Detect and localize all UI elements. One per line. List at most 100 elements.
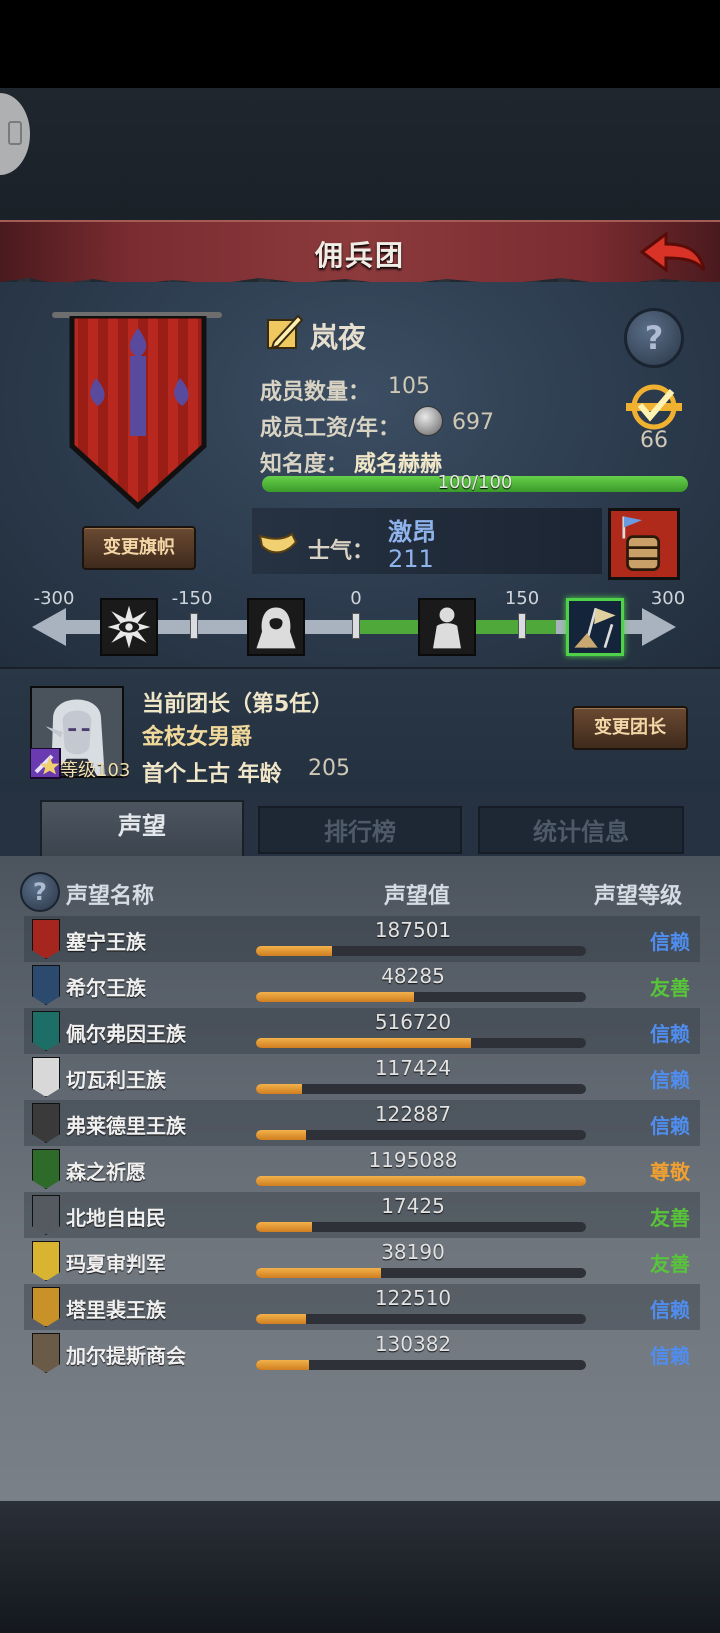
bottom-backdrop (0, 1501, 720, 1633)
reputation-row[interactable]: 切瓦利王族 117424 信赖 (24, 1054, 700, 1100)
reputation-row[interactable]: 佩尔弗因王族 516720 信赖 (24, 1008, 700, 1054)
reputation-progress-bar (256, 1360, 586, 1370)
reputation-value: 117424 (374, 1056, 452, 1080)
page-title: 佣兵团 (314, 239, 405, 272)
reputation-progress-bar (256, 1314, 586, 1324)
reputation-value: 130382 (374, 1332, 452, 1356)
tab-statistics[interactable]: 统计信息 (478, 806, 684, 854)
faction-name: 加尔提斯商会 (66, 1344, 186, 1368)
back-arrow-icon[interactable] (638, 228, 708, 278)
column-header-level: 声望等级 (594, 884, 683, 909)
scale-right-arrow (642, 608, 676, 646)
reputation-value: 48285 (381, 964, 445, 988)
reputation-level: 尊敬 (650, 1160, 690, 1184)
reputation-row[interactable]: 北地自由民 17425 友善 (24, 1192, 700, 1238)
tab-reputation[interactable]: 声望 (40, 800, 244, 856)
faction-emblem-icon (32, 965, 60, 1005)
change-flag-button[interactable]: 变更旗帜 (82, 526, 196, 570)
reputation-value: 38190 (381, 1240, 445, 1264)
reputation-progress-bar (256, 946, 586, 956)
hooded-figure-icon[interactable] (247, 598, 305, 656)
reputation-value: 187501 (374, 918, 452, 942)
reputation-progress-fill (256, 1360, 309, 1370)
reputation-value: 1195088 (368, 1148, 458, 1172)
faction-emblem-icon (32, 1057, 60, 1097)
faction-name: 希尔王族 (66, 976, 146, 1000)
title-bar: 佣兵团 (0, 220, 720, 282)
change-leader-button[interactable]: 变更团长 (572, 706, 688, 750)
faction-emblem-icon (32, 1103, 60, 1143)
scale-tick (518, 613, 526, 639)
guild-name: 岚夜 (310, 321, 367, 354)
morale-state: 激昂 (388, 518, 436, 546)
guild-banner-icon (69, 316, 207, 510)
faction-emblem-icon (32, 1011, 60, 1051)
leader-stats-label: 首个上古 年龄 (142, 762, 282, 787)
reputation-level: 信赖 (650, 1344, 690, 1368)
eye-burst-icon[interactable] (100, 598, 158, 656)
faction-emblem-icon (32, 1333, 60, 1373)
reputation-progress-bar (256, 1084, 586, 1094)
reputation-row[interactable]: 加尔提斯商会 130382 信赖 (24, 1330, 700, 1376)
faction-name: 北地自由民 (66, 1206, 166, 1230)
tick-label: 150 (504, 588, 540, 609)
tick-label: -300 (33, 588, 75, 609)
members-label: 成员数量： (260, 380, 371, 405)
help-icon[interactable]: ? (624, 308, 684, 368)
reputation-row[interactable]: 希尔王族 48285 友善 (24, 962, 700, 1008)
scale-tick (352, 613, 360, 639)
scale-left-arrow (32, 608, 66, 646)
reputation-row[interactable]: 塞宁王族 187501 信赖 (24, 916, 700, 962)
reputation-value: 516720 (374, 1010, 452, 1034)
reputation-progress-fill (256, 992, 415, 1002)
faction-emblem-icon (32, 1241, 60, 1281)
reputation-level: 信赖 (650, 1068, 690, 1092)
reputation-progress-bar (256, 992, 586, 1002)
reputation-help-icon[interactable]: ? (20, 872, 60, 912)
reputation-level: 友善 (650, 1206, 690, 1230)
reputation-row[interactable]: 玛夏审判军 38190 友善 (24, 1238, 700, 1284)
reputation-row[interactable]: 塔里裴王族 122510 信赖 (24, 1284, 700, 1330)
reputation-value: 122887 (374, 1102, 452, 1126)
reputation-level: 信赖 (650, 1298, 690, 1322)
flag-soldiers-icon[interactable] (566, 598, 624, 656)
reputation-progress-fill (256, 1222, 313, 1232)
reputation-progress-fill (256, 1176, 586, 1186)
column-header-name: 声望名称 (66, 884, 155, 909)
morale-value: 211 (388, 545, 434, 573)
leader-title: 当前团长（第5任） (142, 692, 334, 717)
reputation-progress-fill (256, 1268, 382, 1278)
reputation-progress-fill (256, 1038, 471, 1048)
reputation-progress-bar (256, 1268, 586, 1278)
reputation-progress-bar (256, 1222, 586, 1232)
reputation-progress-bar (256, 1130, 586, 1140)
column-header-value: 声望值 (384, 884, 451, 909)
meditating-figure-icon[interactable] (418, 598, 476, 656)
status-bar-area (0, 0, 720, 88)
reputation-row[interactable]: 弗莱德里王族 122887 信赖 (24, 1100, 700, 1146)
reputation-progress-fill (256, 1314, 306, 1324)
reputation-progress-bar (256, 1038, 586, 1048)
faction-emblem-icon (32, 1287, 60, 1327)
tab-leaderboard[interactable]: 排行榜 (258, 806, 462, 854)
tick-label: 0 (350, 588, 362, 609)
silver-coin-icon (413, 406, 443, 436)
reputation-row[interactable]: 森之祈愿 1195088 尊敬 (24, 1146, 700, 1192)
leader-age: 205 (308, 756, 350, 781)
reputation-value: 17425 (381, 1194, 445, 1218)
faction-name: 塞宁王族 (66, 930, 146, 954)
faction-name: 塔里裴王族 (66, 1298, 166, 1322)
edit-name-icon[interactable] (264, 312, 304, 352)
reputation-level: 信赖 (650, 930, 690, 954)
leader-name: 金枝女男爵 (142, 725, 253, 750)
members-value: 105 (388, 374, 430, 399)
faction-emblem-icon (32, 1195, 60, 1235)
reputation-progress-fill (256, 946, 332, 956)
top-backdrop (0, 88, 720, 220)
reputation-value: 122510 (374, 1286, 452, 1310)
reputation-progress-bar (256, 1176, 586, 1186)
barrel-flag-icon[interactable] (608, 508, 680, 580)
faction-name: 弗莱德里王族 (66, 1114, 186, 1138)
faction-emblem-icon (32, 919, 60, 959)
tick-label: 300 (650, 588, 686, 609)
